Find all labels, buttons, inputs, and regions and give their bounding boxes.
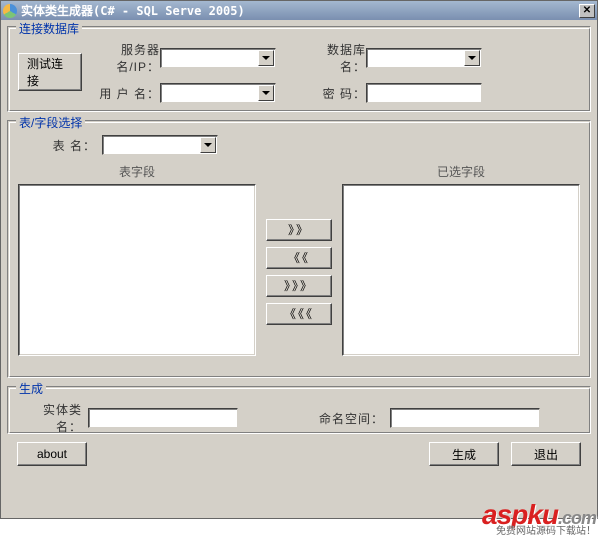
dbname-combo[interactable] xyxy=(366,48,482,68)
add-all-button[interactable]: 》》》 xyxy=(266,275,332,297)
namespace-field[interactable] xyxy=(390,408,540,428)
namespace-label: 命名空间： xyxy=(274,410,384,427)
entity-name-field[interactable] xyxy=(88,408,238,428)
chevron-down-icon[interactable] xyxy=(258,85,274,101)
close-button[interactable]: ✕ xyxy=(579,4,595,18)
server-combo[interactable] xyxy=(160,48,276,68)
app-window: 实体类生成器(C# - SQL Serve 2005) ✕ 连接数据库 服务器名… xyxy=(0,0,598,519)
user-combo[interactable] xyxy=(160,83,276,103)
test-connection-button[interactable]: 测试连接 xyxy=(18,53,82,91)
selected-fields-listbox[interactable] xyxy=(342,184,580,356)
group-fields: 表/字段选择 表 名： 表字段 》》 《《 》》》 《《《 xyxy=(7,120,591,378)
watermark: aspku.com 免费网站源码下载站！ xyxy=(482,501,596,537)
entity-label: 实体类名： xyxy=(18,401,82,435)
selected-fields-title: 已选字段 xyxy=(437,163,485,180)
group-database: 连接数据库 服务器名/IP： 数据库名： 测试连接 用 户 名： xyxy=(7,26,591,112)
titlebar: 实体类生成器(C# - SQL Serve 2005) ✕ xyxy=(1,1,597,20)
chevron-down-icon[interactable] xyxy=(258,50,274,66)
server-label: 服务器名/IP： xyxy=(82,41,160,75)
chevron-down-icon[interactable] xyxy=(464,50,480,66)
watermark-suffix: .com xyxy=(558,508,596,528)
user-label: 用 户 名： xyxy=(82,85,160,102)
remove-all-button[interactable]: 《《《 xyxy=(266,303,332,325)
watermark-sub: 免费网站源码下载站！ xyxy=(482,527,596,537)
remove-button[interactable]: 《《 xyxy=(266,247,332,269)
add-button[interactable]: 》》 xyxy=(266,219,332,241)
footer-bar: about 生成 退出 xyxy=(7,442,591,466)
password-field[interactable] xyxy=(366,83,482,103)
table-label: 表 名： xyxy=(18,137,96,154)
group-database-legend: 连接数据库 xyxy=(16,20,82,37)
group-generate: 生成 实体类名： 命名空间： xyxy=(7,386,591,434)
app-icon xyxy=(3,4,17,18)
available-fields-title: 表字段 xyxy=(119,163,155,180)
group-generate-legend: 生成 xyxy=(16,380,46,397)
exit-button[interactable]: 退出 xyxy=(511,442,581,466)
password-label: 密 码： xyxy=(306,85,366,102)
dbname-label: 数据库名： xyxy=(306,41,366,75)
window-title: 实体类生成器(C# - SQL Serve 2005) xyxy=(21,2,579,19)
available-fields-listbox[interactable] xyxy=(18,184,256,356)
group-fields-legend: 表/字段选择 xyxy=(16,114,85,131)
chevron-down-icon[interactable] xyxy=(200,137,216,153)
generate-button[interactable]: 生成 xyxy=(429,442,499,466)
about-button[interactable]: about xyxy=(17,442,87,466)
table-combo[interactable] xyxy=(102,135,218,155)
client-area: 连接数据库 服务器名/IP： 数据库名： 测试连接 用 户 名： xyxy=(1,20,597,472)
